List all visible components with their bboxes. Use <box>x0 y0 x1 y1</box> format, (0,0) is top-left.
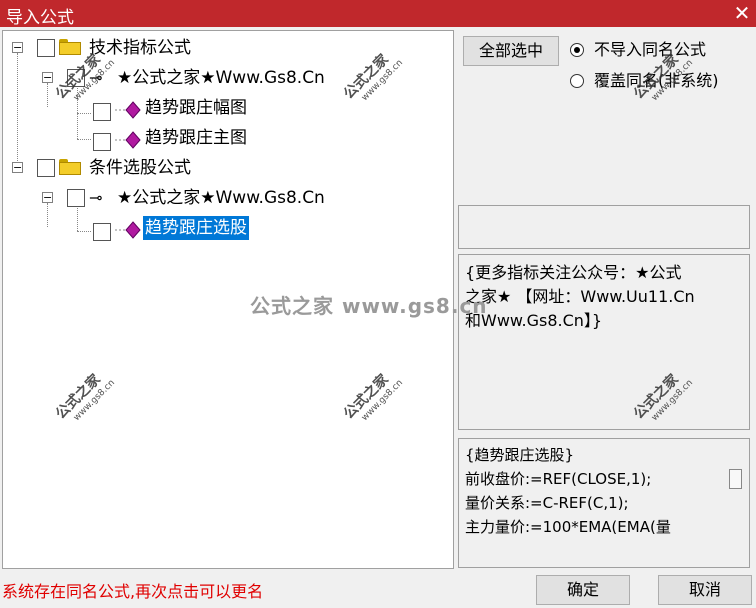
tree-node-cond[interactable]: − 条件选股公式 <box>3 155 453 181</box>
checkbox-cond[interactable] <box>37 159 55 177</box>
formula-code: {趋势跟庄选股} 前收盘价:=REF(CLOSE,1); 量价关系:=C-REF… <box>465 443 671 539</box>
scrollbar-thumb[interactable] <box>729 469 742 489</box>
tree-node-tech-home[interactable]: − ⊸ ★公式之家★Www.Gs8.Cn <box>3 65 453 91</box>
tree-node-tech-item2[interactable]: 趋势跟庄主图 <box>3 125 453 151</box>
collapse-icon[interactable]: − <box>12 42 23 53</box>
tree-node-cond-item1[interactable]: 趋势跟庄选股 <box>3 215 453 241</box>
tree-node-label-selected[interactable]: 趋势跟庄选股 <box>143 216 249 240</box>
close-icon[interactable]: ✕ <box>728 0 756 27</box>
tree-node-label[interactable]: 趋势跟庄幅图 <box>143 96 249 120</box>
checkbox-tech[interactable] <box>37 39 55 57</box>
tree-node-cond-home[interactable]: − ⊸ ★公式之家★Www.Gs8.Cn <box>3 185 453 211</box>
code-line: {趋势跟庄选股} <box>465 446 575 464</box>
key-icon: ⊸ <box>89 188 103 207</box>
collapse-icon[interactable]: − <box>12 162 23 173</box>
tree-node-label[interactable]: ★公式之家★Www.Gs8.Cn <box>115 186 327 210</box>
ok-button[interactable]: 确定 <box>536 575 630 605</box>
window-title: 导入公式 <box>6 8 74 28</box>
radio-button[interactable] <box>570 43 584 57</box>
radio-label: 不导入同名公式 <box>594 40 707 59</box>
gem-icon <box>115 131 141 149</box>
description-box[interactable]: {更多指标关注公众号：★公式 之家★ 【网址：Www.Uu11.Cn 和Www.… <box>458 254 750 430</box>
tree-node-tech-item1[interactable]: 趋势跟庄幅图 <box>3 95 453 121</box>
cancel-button[interactable]: 取消 <box>658 575 752 605</box>
gem-icon <box>115 101 141 119</box>
description-text: {更多指标关注公众号：★公式 之家★ 【网址：Www.Uu11.Cn 和Www.… <box>465 261 743 333</box>
checkbox-tech-home[interactable] <box>67 69 85 87</box>
description-line: 和Www.Gs8.Cn】} <box>465 311 603 330</box>
gem-icon <box>115 221 141 239</box>
code-line: 前收盘价:=REF(CLOSE,1); <box>465 470 652 488</box>
code-line: 主力量价:=100*EMA(EMA(量 <box>465 518 671 536</box>
empty-text-box[interactable] <box>458 205 750 249</box>
title-bar: 导入公式 ✕ <box>0 0 756 28</box>
formula-tree[interactable]: − 技术指标公式 − ⊸ ★公式之家★Www.Gs8.Cn 趋势跟庄幅图 趋势跟… <box>2 30 454 569</box>
tree-node-label[interactable]: 条件选股公式 <box>87 156 193 180</box>
code-line: 量价关系:=C-REF(C,1); <box>465 494 629 512</box>
radio-skip-duplicates[interactable]: 不导入同名公式 <box>570 39 750 61</box>
tree-node-label[interactable]: 趋势跟庄主图 <box>143 126 249 150</box>
formula-code-box[interactable]: {趋势跟庄选股} 前收盘价:=REF(CLOSE,1); 量价关系:=C-REF… <box>458 438 750 568</box>
description-line: {更多指标关注公众号：★公式 <box>465 263 682 282</box>
collapse-icon[interactable]: − <box>42 192 53 203</box>
description-line: 之家★ 【网址：Www.Uu11.Cn <box>465 287 695 306</box>
radio-overwrite-duplicates[interactable]: 覆盖同名(非系统) <box>570 70 750 92</box>
checkbox-cond-home[interactable] <box>67 189 85 207</box>
folder-icon <box>59 39 81 55</box>
folder-icon <box>59 159 81 175</box>
status-message: 系统存在同名公式,再次点击可以更名 <box>2 582 264 601</box>
checkbox-tech-item1[interactable] <box>93 103 111 121</box>
radio-button[interactable] <box>570 74 584 88</box>
checkbox-tech-item2[interactable] <box>93 133 111 151</box>
key-icon: ⊸ <box>89 68 103 87</box>
radio-label: 覆盖同名(非系统) <box>594 71 719 90</box>
select-all-button[interactable]: 全部选中 <box>463 36 559 66</box>
tree-node-label[interactable]: ★公式之家★Www.Gs8.Cn <box>115 66 327 90</box>
tree-node-label[interactable]: 技术指标公式 <box>87 36 193 60</box>
collapse-icon[interactable]: − <box>42 72 53 83</box>
checkbox-cond-item1[interactable] <box>93 223 111 241</box>
tree-node-tech[interactable]: − 技术指标公式 <box>3 35 453 61</box>
